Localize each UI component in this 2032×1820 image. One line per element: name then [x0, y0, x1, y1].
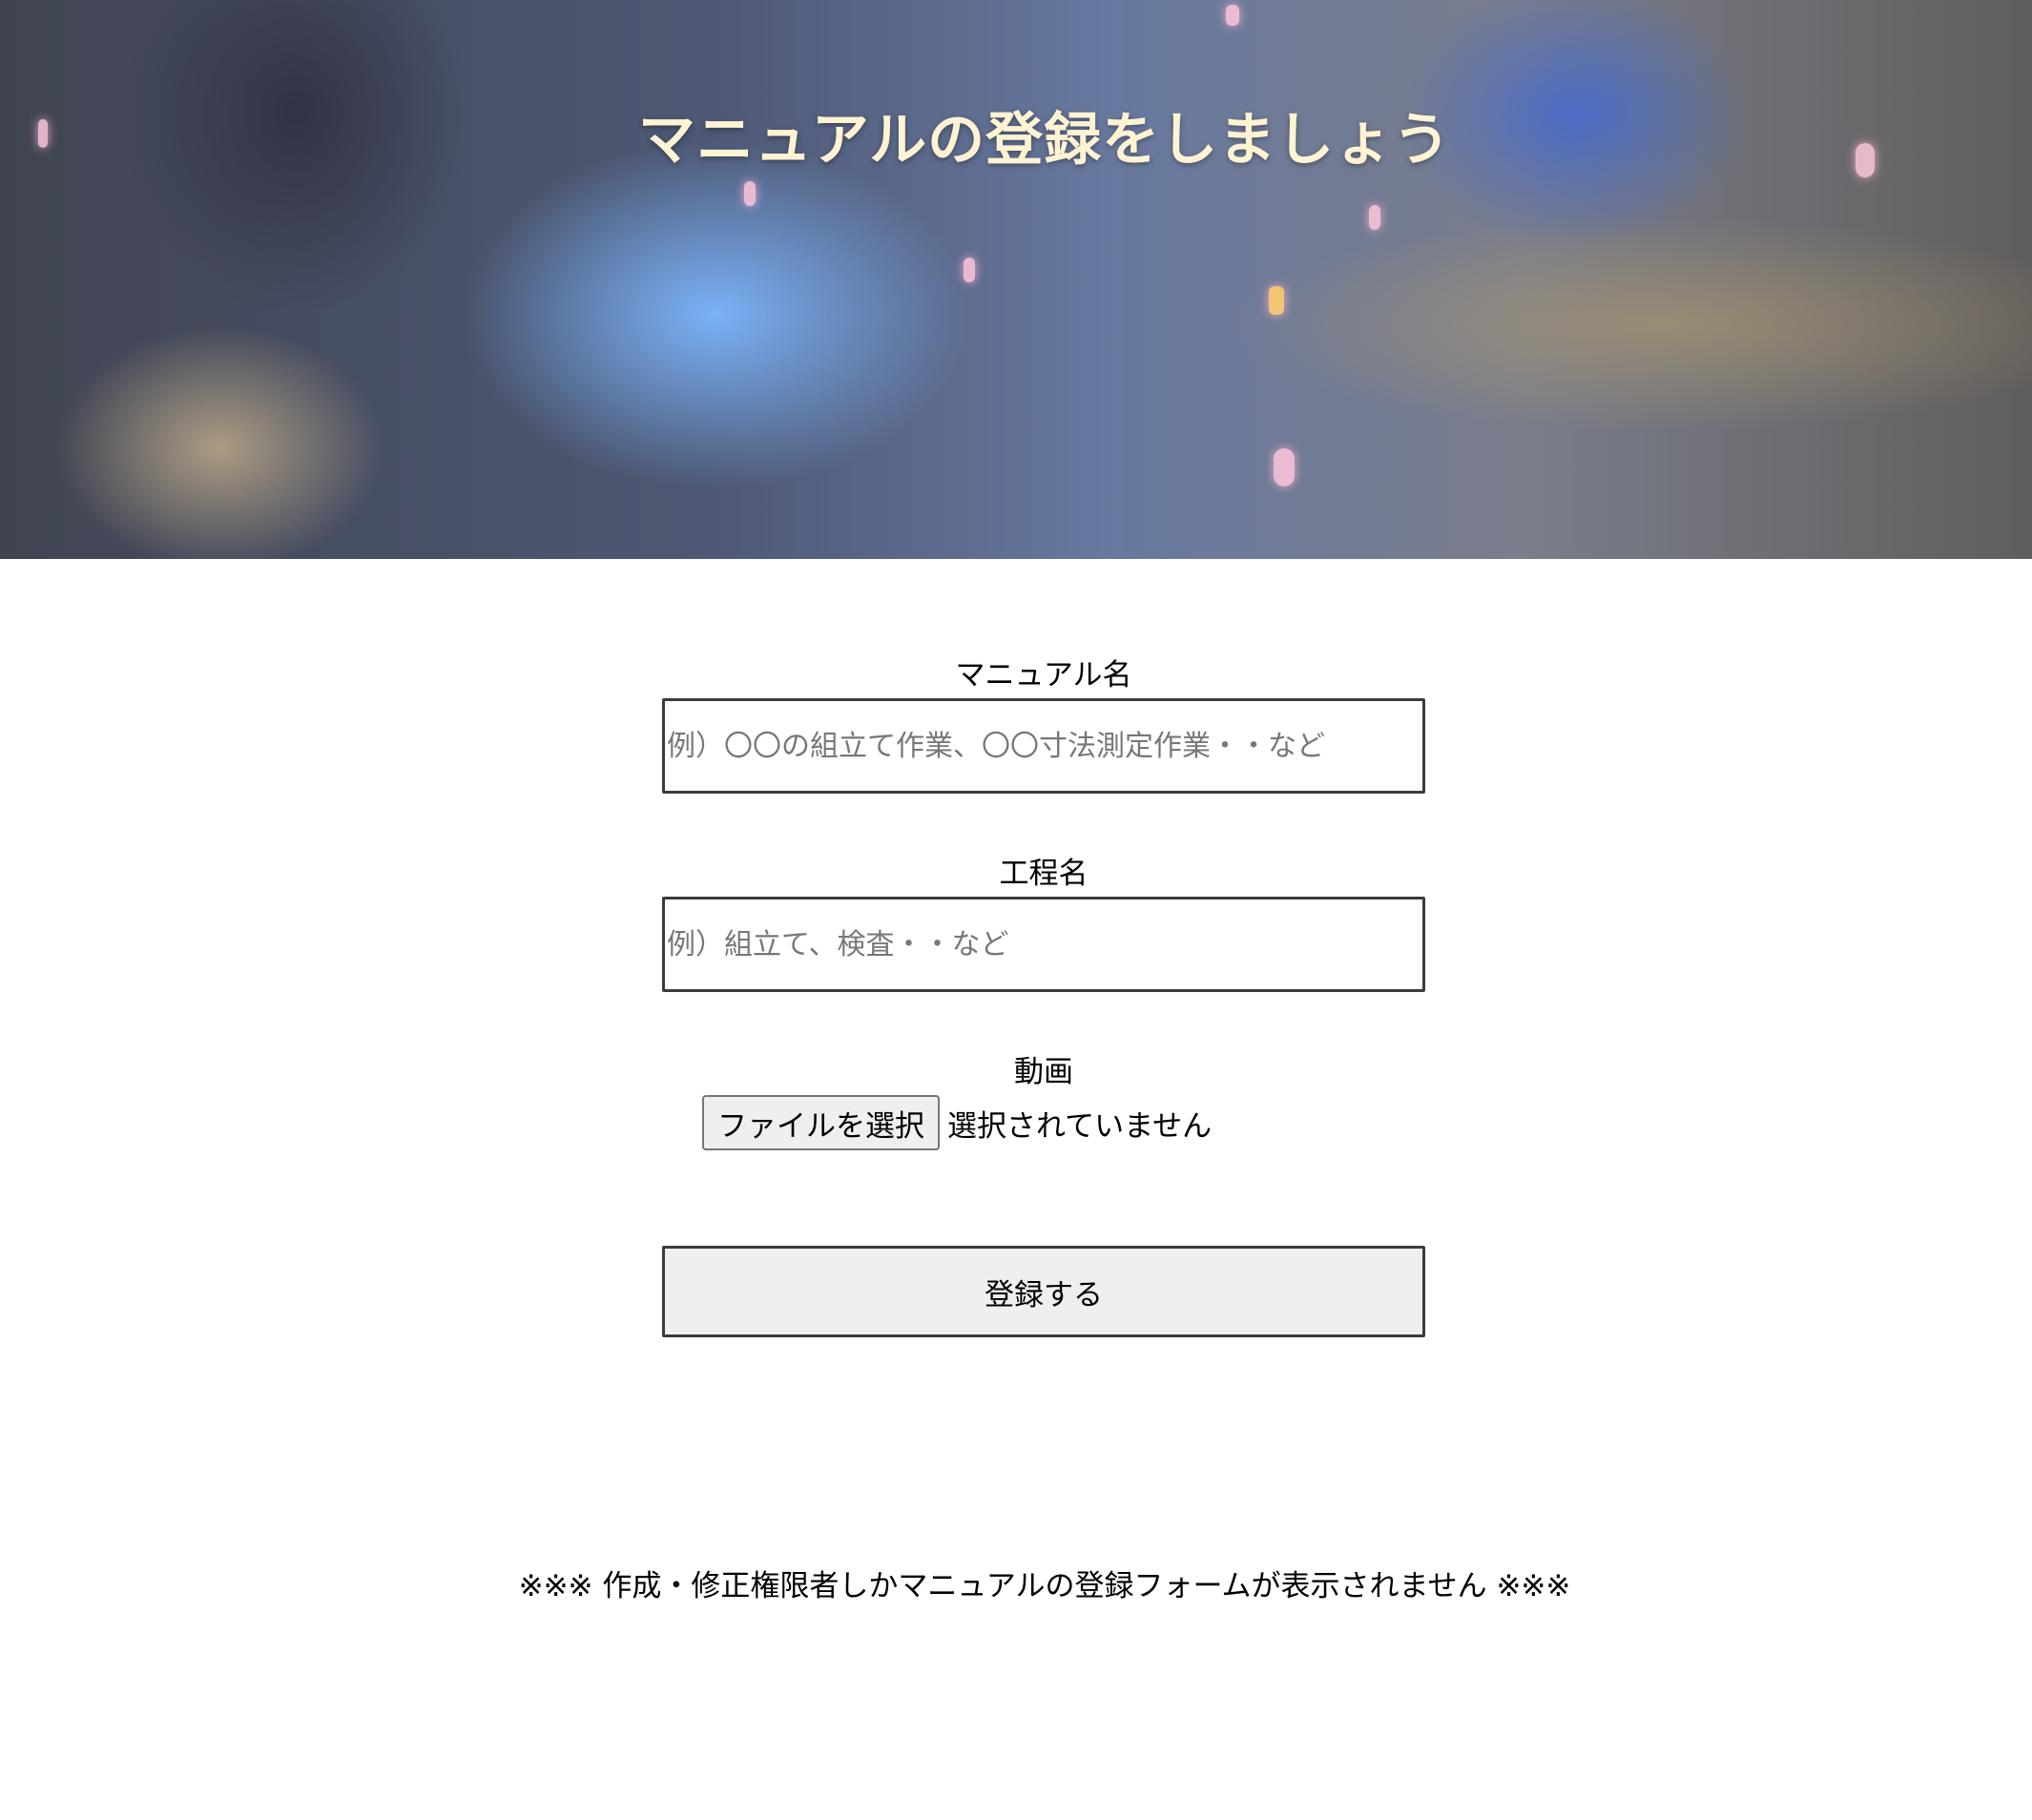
- spark-decoration: [1226, 5, 1239, 26]
- process-name-label: 工程名: [999, 857, 1089, 891]
- video-label: 動画: [1014, 1055, 1073, 1089]
- process-name-group: 工程名: [662, 855, 1425, 992]
- manual-name-group: マニュアル名: [662, 656, 1425, 794]
- hero-image-overlay: [0, 0, 2032, 559]
- spark-decoration: [1274, 448, 1295, 486]
- file-status-text: 選択されていません: [947, 1108, 1213, 1144]
- register-button[interactable]: 登録する: [662, 1246, 1425, 1337]
- manual-name-label: マニュアル名: [955, 658, 1132, 693]
- spark-decoration: [1369, 205, 1380, 230]
- spark-decoration: [1269, 286, 1284, 315]
- page-title: マニュアルの登録をしましょう: [637, 107, 1452, 175]
- spark-decoration: [964, 258, 975, 282]
- file-picker: ファイルを選択 選択されていません: [702, 1095, 1425, 1150]
- process-name-input[interactable]: [662, 897, 1425, 992]
- spark-decoration: [744, 181, 756, 206]
- manual-registration-form: マニュアル名 工程名 動画 ファイルを選択 選択されていません 登録する: [662, 656, 1425, 1337]
- manual-name-input[interactable]: [662, 698, 1425, 794]
- permission-notice: ※※※ 作成・修正権限者しかマニュアルの登録フォームが表示されません ※※※: [518, 1569, 1571, 1603]
- choose-file-button[interactable]: ファイルを選択: [702, 1095, 940, 1150]
- video-group: 動画 ファイルを選択 選択されていません: [662, 1053, 1425, 1150]
- hero-banner: マニュアルの登録をしましょう: [0, 0, 2032, 559]
